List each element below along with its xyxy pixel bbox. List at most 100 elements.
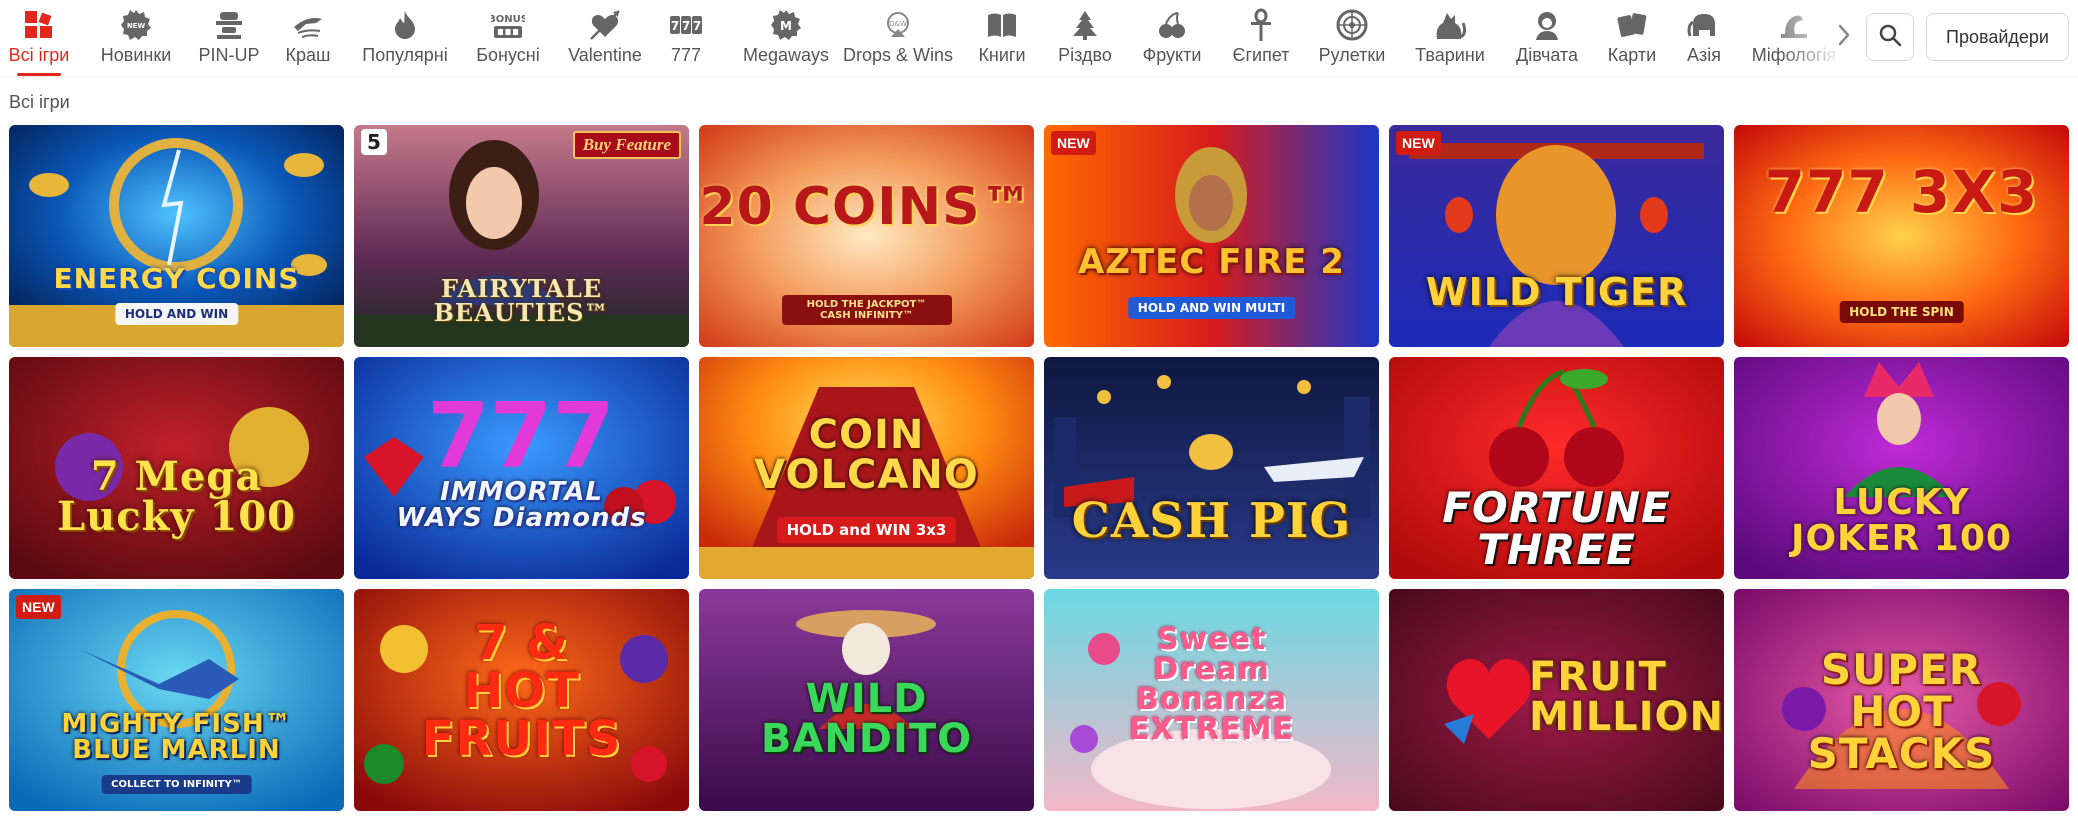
category-valentine[interactable]: Valentine xyxy=(564,0,646,76)
category-megaways[interactable]: M Megaways xyxy=(726,0,846,76)
svg-text:7: 7 xyxy=(682,19,690,33)
category-777[interactable]: 777 777 xyxy=(664,0,708,76)
game-subtitle: HOLD THE SPIN xyxy=(1839,301,1964,323)
providers-button[interactable]: Провайдери xyxy=(1926,13,2069,61)
search-button[interactable] xyxy=(1866,13,1914,61)
heart-arrow-icon xyxy=(587,8,623,42)
active-underline xyxy=(17,73,61,76)
svg-text:777: 777 xyxy=(427,384,615,489)
plane-crash-icon xyxy=(290,8,326,42)
game-tile-777-3x3[interactable]: 777 3X3 HOLD THE SPIN xyxy=(1734,125,2069,347)
game-title: Sweet Dream Bonanza EXTREME xyxy=(1128,622,1295,747)
category-label: 777 xyxy=(670,45,702,65)
section-title: Всі ігри xyxy=(9,92,70,112)
game-tile-super-hot-stacks[interactable]: SUPER HOT STACKS xyxy=(1734,589,2069,811)
category-popular[interactable]: Популярні xyxy=(356,0,454,76)
game-tile-fruit-million[interactable]: FRUIT MILLION xyxy=(1389,589,1724,811)
game-tile-mega-lucky-100[interactable]: 7 Mega Lucky 100 xyxy=(9,357,344,579)
game-title: IMMORTAL WAYS Diamonds xyxy=(396,477,647,533)
game-artwork: 777 xyxy=(354,357,689,579)
game-tile-lucky-joker-100[interactable]: LUCKY JOKER 100 xyxy=(1734,357,2069,579)
category-bar: Всі ігри NEW Новинки PIN-UP Краш Популяр… xyxy=(0,0,2078,77)
category-cards[interactable]: Карти xyxy=(1606,0,1658,76)
category-bonus[interactable]: BONUS Бонусні xyxy=(472,0,544,76)
category-label: Valentine xyxy=(568,45,642,65)
game-tile-aztec-fire-2[interactable]: NEW AZTEC FIRE 2 HOLD AND WIN MULTI xyxy=(1044,125,1379,347)
pinup-girl-icon xyxy=(211,8,247,42)
category-new[interactable]: NEW Новинки xyxy=(92,0,180,76)
buy-feature-badge: Buy Feature xyxy=(572,131,681,159)
category-label: Дівчата xyxy=(1516,45,1578,65)
game-title: FRUIT MILLION xyxy=(1529,654,1724,740)
game-tile-fortune-three[interactable]: FORTUNE THREE xyxy=(1389,357,1724,579)
ankh-icon xyxy=(1243,8,1279,42)
category-animals[interactable]: Тварини xyxy=(1410,0,1490,76)
svg-text:NEW: NEW xyxy=(127,22,146,30)
game-title: 7 Mega Lucky 100 xyxy=(57,453,296,540)
game-tile-wild-bandito[interactable]: WILD BANDITO xyxy=(699,589,1034,811)
category-girls[interactable]: Дівчата xyxy=(1512,0,1582,76)
category-scroll-right-button[interactable] xyxy=(1830,20,1858,54)
game-title: 777 3X3 xyxy=(1764,158,2039,226)
category-label: Книги xyxy=(978,45,1026,65)
game-tile-energy-coins[interactable]: ENERGY COINS HOLD AND WIN xyxy=(9,125,344,347)
game-subtitle: HOLD and WIN 3x3 xyxy=(776,517,957,543)
number-badge: 5 xyxy=(361,129,387,155)
category-pinup[interactable]: PIN-UP xyxy=(196,0,262,76)
game-tile-fairytale-beauties[interactable]: 5 Buy Feature FAIRYTALE BEAUTIES™ xyxy=(354,125,689,347)
game-title: COIN VOLCANO xyxy=(754,412,979,498)
category-label: PIN-UP xyxy=(198,45,260,65)
category-label: Тварини xyxy=(1415,45,1485,65)
category-label: Megaways xyxy=(742,45,830,65)
game-subtitle: HOLD AND WIN MULTI xyxy=(1127,297,1296,319)
category-label: Єгипет xyxy=(1232,45,1290,65)
category-roulette[interactable]: Рулетки xyxy=(1316,0,1388,76)
category-label: Азія xyxy=(1686,45,1721,65)
game-tile-cash-pig[interactable]: CASH PIG xyxy=(1044,357,1379,579)
category-label: Популярні xyxy=(362,45,448,65)
game-subtitle: COLLECT TO INFINITY™ xyxy=(101,775,252,794)
category-asia[interactable]: Азія xyxy=(1680,0,1728,76)
girl-icon xyxy=(1529,8,1565,42)
game-tile-20-coins[interactable]: 20 COINS™ HOLD THE JACKPOT™ CASH INFINIT… xyxy=(699,125,1034,347)
game-title: FAIRYTALE BEAUTIES™ xyxy=(433,274,610,327)
game-title: WILD BANDITO xyxy=(760,676,973,762)
category-christmas[interactable]: Різдво xyxy=(1054,0,1116,76)
category-label: Рулетки xyxy=(1318,45,1386,65)
game-tile-immortal-ways-diamonds[interactable]: 777 IMMORTAL WAYS Diamonds xyxy=(354,357,689,579)
category-label: Фрукти xyxy=(1142,45,1202,65)
category-drops-wins[interactable]: D&W Drops & Wins xyxy=(842,0,954,76)
category-label: Краш xyxy=(285,45,331,65)
game-title: WILD TIGER xyxy=(1425,270,1688,314)
svg-text:7: 7 xyxy=(693,19,701,33)
category-label: Новинки xyxy=(100,45,172,65)
game-title: CASH PIG xyxy=(1071,493,1352,549)
megaways-icon: M xyxy=(768,8,804,42)
svg-text:M: M xyxy=(780,19,792,33)
game-tile-wild-tiger[interactable]: NEW WILD TIGER xyxy=(1389,125,1724,347)
roulette-icon xyxy=(1334,8,1370,42)
elephant-icon xyxy=(1686,8,1722,42)
category-egypt[interactable]: Єгипет xyxy=(1228,0,1294,76)
game-title: LUCKY JOKER 100 xyxy=(1791,482,2012,559)
flame-icon xyxy=(387,8,423,42)
game-title: SUPER HOT STACKS xyxy=(1807,645,1996,778)
christmas-tree-icon xyxy=(1067,8,1103,42)
cat-icon xyxy=(1432,8,1468,42)
game-tile-mighty-fish[interactable]: NEW MIGHTY FISH™ BLUE MARLIN COLLECT TO … xyxy=(9,589,344,811)
new-badge: NEW xyxy=(16,595,61,619)
search-icon xyxy=(1878,23,1902,52)
svg-text:BONUS: BONUS xyxy=(491,14,525,25)
category-books[interactable]: Книги xyxy=(974,0,1030,76)
game-subtitle: HOLD THE JACKPOT™ CASH INFINITY™ xyxy=(781,295,952,325)
game-title: AZTEC FIRE 2 xyxy=(1078,242,1345,282)
game-tile-coin-volcano[interactable]: COIN VOLCANO HOLD and WIN 3x3 xyxy=(699,357,1034,579)
game-subtitle: HOLD AND WIN xyxy=(114,303,239,325)
game-tile-7-hot-fruits[interactable]: 7 & HOT FRUITS xyxy=(354,589,689,811)
svg-text:7: 7 xyxy=(671,19,679,33)
category-fruits[interactable]: Фрукти xyxy=(1140,0,1204,76)
game-title: 20 COINS™ xyxy=(699,177,1034,237)
category-crash[interactable]: Краш xyxy=(280,0,336,76)
game-tile-sweet-dream-bonanza[interactable]: Sweet Dream Bonanza EXTREME xyxy=(1044,589,1379,811)
category-all-games[interactable]: Всі ігри xyxy=(2,0,76,76)
